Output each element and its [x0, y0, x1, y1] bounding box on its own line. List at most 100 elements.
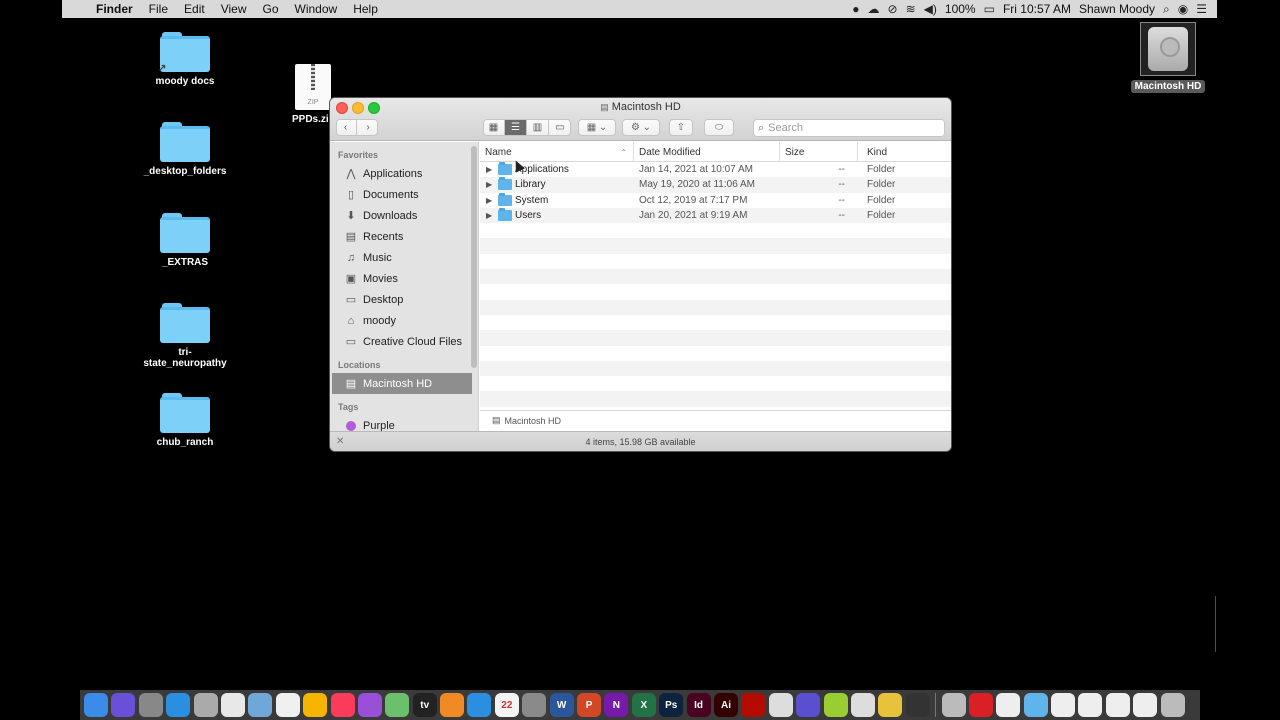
table-row[interactable]: ▶ Applications Jan 14, 2021 at 10:07 AM -…: [480, 162, 951, 177]
word-icon[interactable]: W: [549, 693, 574, 717]
acrobat-icon[interactable]: [741, 693, 766, 717]
textedit-icon[interactable]: [850, 693, 875, 717]
app-store-icon[interactable]: [467, 693, 492, 717]
document-icon[interactable]: [1133, 693, 1158, 717]
search-input[interactable]: ⌕ Search: [753, 119, 945, 137]
network-icon[interactable]: [905, 693, 930, 717]
battery-icon[interactable]: ▭: [984, 2, 995, 16]
desktop-folder[interactable]: _desktop_folders: [130, 122, 240, 177]
battery-percent[interactable]: 100%: [945, 2, 976, 16]
back-button[interactable]: ‹: [335, 120, 357, 135]
system-preferences-icon[interactable]: [522, 693, 547, 717]
sidebar-scrollbar[interactable]: [471, 146, 477, 368]
notification-center-icon[interactable]: ☰: [1196, 2, 1207, 16]
tv-icon[interactable]: tv: [412, 693, 437, 717]
forward-button[interactable]: ›: [357, 120, 379, 135]
calendar-icon[interactable]: 22: [494, 693, 519, 717]
siri-menu-icon[interactable]: ◉: [1178, 2, 1188, 16]
path-bar[interactable]: ▤ Macintosh HD: [480, 410, 951, 430]
finder-icon[interactable]: [84, 693, 108, 717]
launchpad-icon[interactable]: [138, 693, 163, 717]
menu-window[interactable]: Window: [287, 0, 346, 18]
tags-button[interactable]: ⬭: [704, 119, 734, 136]
excel-icon[interactable]: X: [631, 693, 656, 717]
list-view-button[interactable]: ☰: [505, 120, 527, 135]
photos-icon[interactable]: [303, 693, 328, 717]
menu-app-name[interactable]: Finder: [88, 0, 141, 18]
menu-view[interactable]: View: [213, 0, 255, 18]
podcasts-icon[interactable]: [357, 693, 382, 717]
title-bar[interactable]: ▤ Macintosh HD ‹ › ▦ ☰ ▥ ▭ ▦ ⌄ ⚙ ⌄ ⇧ ⬭ ⌕ Se…: [330, 98, 951, 141]
safari-icon[interactable]: [166, 693, 191, 717]
action-button[interactable]: ⚙ ⌄: [622, 119, 660, 136]
sidebar-item-tag-purple[interactable]: Purple: [330, 415, 478, 431]
desktop-folder[interactable]: chub_ranch: [130, 393, 240, 448]
document-icon[interactable]: [996, 693, 1021, 717]
acrobat-distiller-icon[interactable]: [768, 693, 793, 717]
volume-icon[interactable]: ◀): [924, 2, 937, 16]
table-row[interactable]: ▶ System Oct 12, 2019 at 7:17 PM -- Folde…: [480, 192, 951, 208]
share-button[interactable]: ⇧: [669, 119, 693, 136]
desktop[interactable]: Finder File Edit View Go Window Help ● ☁…: [0, 0, 1280, 720]
creative-cloud-menu-icon[interactable]: ☁: [868, 2, 880, 16]
sidebar-item-desktop[interactable]: ▭ Desktop: [330, 289, 478, 310]
indesign-icon[interactable]: Id: [686, 693, 711, 717]
document-icon[interactable]: [1051, 693, 1076, 717]
app-icon[interactable]: [796, 693, 821, 717]
document-icon[interactable]: [1078, 693, 1103, 717]
sidebar-item-downloads[interactable]: ⬇ Downloads: [330, 205, 478, 226]
desktop-folder[interactable]: tri- state_neuropathy: [130, 303, 240, 369]
disclosure-triangle-icon[interactable]: ▶: [486, 196, 498, 205]
onenote-icon[interactable]: N: [604, 693, 629, 717]
icon-view-button[interactable]: ▦: [483, 120, 505, 135]
column-date-header[interactable]: Date Modified: [634, 142, 780, 162]
screenshot-icon[interactable]: [941, 693, 966, 717]
column-kind-header[interactable]: Kind: [858, 142, 951, 162]
menu-help[interactable]: Help: [345, 0, 386, 18]
sidebar-item-moody[interactable]: ⌂ moody: [330, 310, 478, 331]
disclosure-triangle-icon[interactable]: ▶: [486, 211, 498, 220]
spotlight-icon[interactable]: ⌕: [1163, 2, 1170, 17]
sidebar-item-applications[interactable]: ⋀ Applications: [330, 163, 478, 184]
sidebar-item-documents[interactable]: ▯ Documents: [330, 184, 478, 205]
news-icon[interactable]: [275, 693, 300, 717]
column-name-header[interactable]: Name ⌃: [480, 142, 634, 162]
table-row[interactable]: ▶ Library May 19, 2020 at 11:06 AM -- Fol…: [480, 177, 951, 193]
close-icon[interactable]: ✕: [336, 436, 344, 447]
column-size-header[interactable]: Size: [780, 142, 858, 162]
gallery-view-button[interactable]: ▭: [549, 120, 571, 135]
photoshop-icon[interactable]: Ps: [659, 693, 684, 717]
sidebar-item-macintosh-hd[interactable]: ▤ Macintosh HD: [332, 373, 472, 394]
disclosure-triangle-icon[interactable]: ▶: [486, 165, 498, 174]
menu-go[interactable]: Go: [255, 0, 287, 18]
preview-icon[interactable]: [248, 693, 273, 717]
keyboard-icon[interactable]: [823, 693, 848, 717]
menu-clock[interactable]: Fri 10:57 AM: [1003, 2, 1071, 16]
table-row[interactable]: ▶ Users Jan 20, 2021 at 9:19 AM -- Folder: [480, 207, 951, 224]
books-icon[interactable]: [440, 693, 465, 717]
sidebar-item-movies[interactable]: ▣ Movies: [330, 268, 478, 289]
powerpoint-icon[interactable]: P: [577, 693, 602, 717]
trash-icon[interactable]: [1160, 693, 1185, 717]
desktop-folder[interactable]: ↗ moody docs: [130, 32, 240, 87]
column-view-button[interactable]: ▥: [527, 120, 549, 135]
sidebar-item-recents[interactable]: ▤ Recents: [330, 226, 478, 247]
menu-file[interactable]: File: [141, 0, 176, 18]
illustrator-icon[interactable]: Ai: [713, 693, 738, 717]
stickies-icon[interactable]: [878, 693, 903, 717]
siri-icon[interactable]: [111, 693, 136, 717]
disclosure-triangle-icon[interactable]: ▶: [486, 180, 498, 189]
sidebar-item-music[interactable]: ♫ Music: [330, 247, 478, 268]
notes-icon[interactable]: [193, 693, 218, 717]
wifi-icon[interactable]: ≋: [906, 2, 916, 16]
desktop-folder[interactable]: _EXTRAS: [130, 213, 240, 268]
desktop-drive[interactable]: Macintosh HD: [1113, 22, 1223, 93]
menu-user[interactable]: Shawn Moody: [1079, 2, 1155, 16]
chrome-icon[interactable]: [220, 693, 245, 717]
downloads-folder-icon[interactable]: [1023, 693, 1048, 717]
do-not-disturb-icon[interactable]: ⊘: [888, 2, 898, 16]
music-app-icon[interactable]: [330, 693, 355, 717]
document-icon[interactable]: [1105, 693, 1130, 717]
creative-cloud-icon[interactable]: [968, 693, 993, 717]
record-icon[interactable]: ●: [852, 2, 859, 16]
